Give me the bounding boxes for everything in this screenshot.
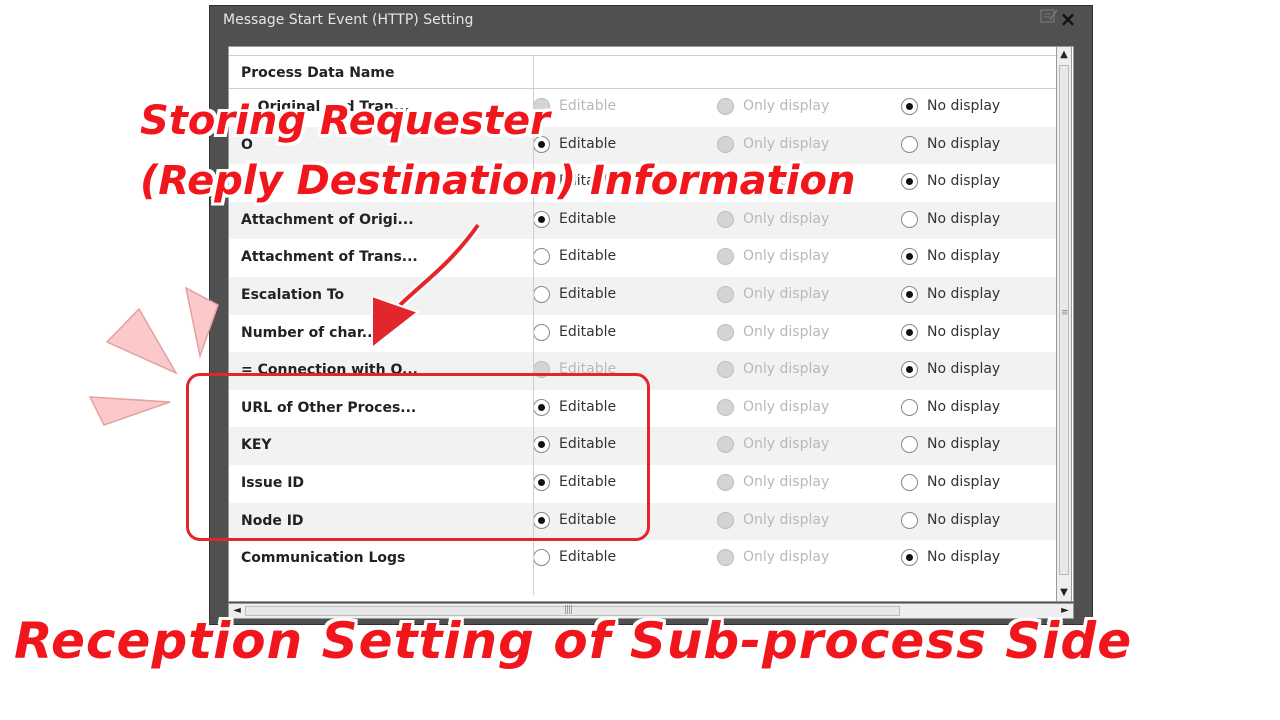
burst-spike-icon <box>88 396 171 426</box>
burst-spike-icon <box>184 286 219 359</box>
burst-spike-icon <box>105 307 178 375</box>
callout-line-1: Storing Requester <box>140 98 550 144</box>
caption-text: Reception Setting of Sub-process Side <box>14 612 1133 670</box>
callout-line-2: (Reply Destination) Information <box>140 158 856 204</box>
